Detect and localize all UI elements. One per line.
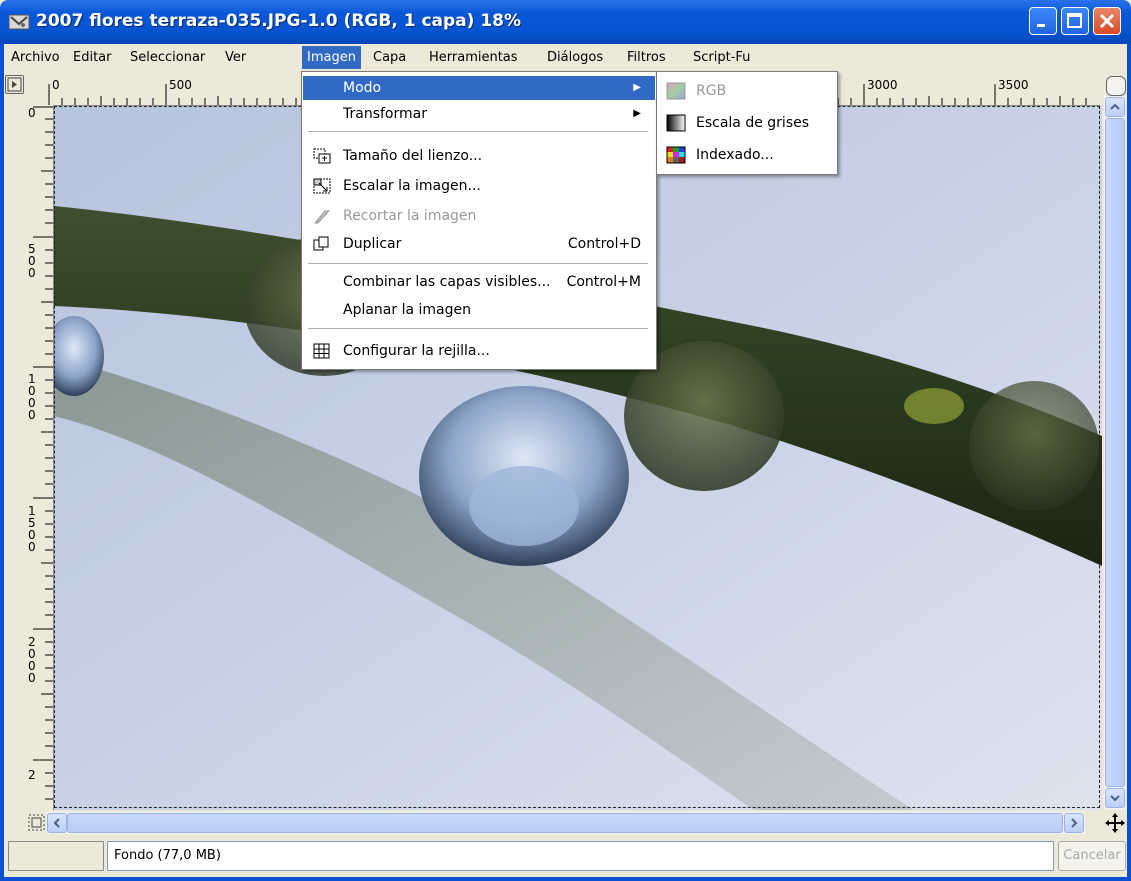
ruler-label: 0 [52,78,60,92]
move-arrows-icon [1105,813,1125,833]
vertical-scrollbar[interactable] [1104,96,1126,810]
crop-icon [313,210,331,224]
imagen-menu: Modo ▶ Transformar ▶ Tamaño del lienzo..… [301,71,657,370]
menu-item-rgb[interactable]: RGB [658,75,836,107]
chevron-right-icon [1071,818,1078,828]
canvas-size-icon [313,148,331,164]
submenu-arrow-icon: ▶ [633,108,641,119]
submenu-arrow-icon: ▶ [633,82,641,93]
menu-separator [308,131,648,132]
menu-separator [308,328,648,329]
vertical-ruler[interactable]: 0 5 0 0 1 0 0 0 1 5 0 0 2 0 0 0 2 [27,105,54,810]
menu-bar: Archivo Editar Seleccionar Ver Imagen Ca… [4,44,1127,71]
ruler-label: 2 [28,768,36,782]
indexed-icon [666,146,686,164]
duplicate-icon [313,236,329,251]
menu-editar[interactable]: Editar [68,48,117,67]
ruler-label: 0 [28,106,36,120]
close-icon [1099,13,1115,29]
menu-item-modo[interactable]: Modo ▶ [303,76,655,100]
menu-item-shortcut: Control+M [566,274,641,290]
menu-script-fu[interactable]: Script-Fu [688,48,755,67]
menu-item-recortar-imagen[interactable]: Recortar la imagen [303,204,655,228]
scroll-left-button[interactable] [47,813,67,833]
menu-item-escalar-imagen[interactable]: Escalar la imagen... [303,174,655,198]
maximize-icon [1067,13,1082,28]
menu-item-aplanar-imagen[interactable]: Aplanar la imagen [303,298,655,322]
navigate-button[interactable] [1104,812,1126,834]
vertical-ruler-ticks [33,106,53,800]
horizontal-scroll-thumb[interactable] [67,813,1063,833]
menu-archivo[interactable]: Archivo [6,48,65,67]
menu-item-label: Indexado... [696,147,774,163]
pointer-coordinates [8,841,104,871]
ruler-label: 5 0 0 [28,242,36,280]
chevron-left-icon [53,818,60,828]
scroll-up-button[interactable] [1105,97,1125,117]
menu-item-tamano-lienzo[interactable]: Tamaño del lienzo... [303,144,655,168]
menu-ver[interactable]: Ver [220,48,251,67]
chevron-down-icon [1110,795,1120,802]
menu-herramientas[interactable]: Herramientas [424,48,523,67]
menu-item-label: Escala de grises [696,115,810,131]
menu-item-label: Aplanar la imagen [343,302,471,318]
window-frame-bottom [0,877,1131,881]
scroll-right-button[interactable] [1064,813,1084,833]
triangle-right-icon [7,77,22,92]
menu-item-duplicar[interactable]: Duplicar Control+D [303,232,655,256]
menu-item-configurar-rejilla[interactable]: Configurar la rejilla... [303,339,655,363]
scale-image-icon [313,178,331,194]
zoom-on-resize-toggle[interactable] [1106,76,1126,96]
title-bar[interactable]: 2007 flores terraza-035.JPG-1.0 (RGB, 1 … [0,0,1131,44]
status-bar: Fondo (77,0 MB) Cancelar [4,836,1127,877]
close-button[interactable] [1093,7,1121,35]
menu-seleccionar[interactable]: Seleccionar [125,48,210,67]
menu-item-combinar-capas[interactable]: Combinar las capas visibles... Control+M [303,270,655,294]
menu-item-label: Recortar la imagen [343,208,477,224]
menu-filtros[interactable]: Filtros [622,48,671,67]
menu-dialogos[interactable]: Diálogos [542,48,608,67]
menu-arrow-button[interactable] [5,75,24,94]
rgb-icon [666,82,686,100]
menu-imagen[interactable]: Imagen [302,46,361,69]
menu-item-label: Modo [343,80,382,96]
gimp-app-icon[interactable] [8,12,30,32]
menu-item-shortcut: Control+D [567,236,641,252]
menu-item-transformar[interactable]: Transformar ▶ [303,102,655,126]
horizontal-scrollbar[interactable] [47,812,1085,834]
menu-item-indexado[interactable]: Indexado... [658,139,836,171]
window-frame-left [0,44,4,881]
quick-mask-icon [28,814,45,831]
vertical-scroll-thumb[interactable] [1105,118,1125,787]
modo-submenu: RGB Escala de grises Indexado... [656,71,838,175]
ruler-label: 500 [169,78,192,92]
menu-item-label: Combinar las capas visibles... [343,274,551,290]
minimize-icon [1037,24,1045,27]
window-frame-right [1127,44,1131,881]
quick-mask-toggle[interactable] [27,812,47,834]
ruler-label: 3000 [867,78,898,92]
cancel-button[interactable]: Cancelar [1058,841,1126,871]
ruler-label: 1 5 0 0 [28,504,36,554]
maximize-button[interactable] [1061,7,1089,35]
ruler-label: 1 0 0 0 [28,372,36,422]
menu-separator [308,263,648,264]
menu-item-label: Tamaño del lienzo... [343,148,483,164]
window-title: 2007 flores terraza-035.JPG-1.0 (RGB, 1 … [36,11,522,31]
grid-icon [313,343,330,359]
menu-item-escala-grises[interactable]: Escala de grises [658,107,836,139]
ruler-label: 2 0 0 0 [28,635,36,685]
menu-item-label: Escalar la imagen... [343,178,481,194]
scroll-down-button[interactable] [1105,788,1125,808]
menu-item-label: Duplicar [343,236,402,252]
minimize-button[interactable] [1029,7,1057,35]
chevron-up-icon [1110,103,1120,110]
ruler-label: 3500 [998,78,1029,92]
menu-item-label: RGB [696,83,727,99]
menu-item-label: Configurar la rejilla... [343,343,490,359]
menu-item-label: Transformar [343,106,427,122]
grayscale-icon [666,114,686,132]
layer-info: Fondo (77,0 MB) [107,841,1054,871]
menu-capa[interactable]: Capa [368,48,411,67]
